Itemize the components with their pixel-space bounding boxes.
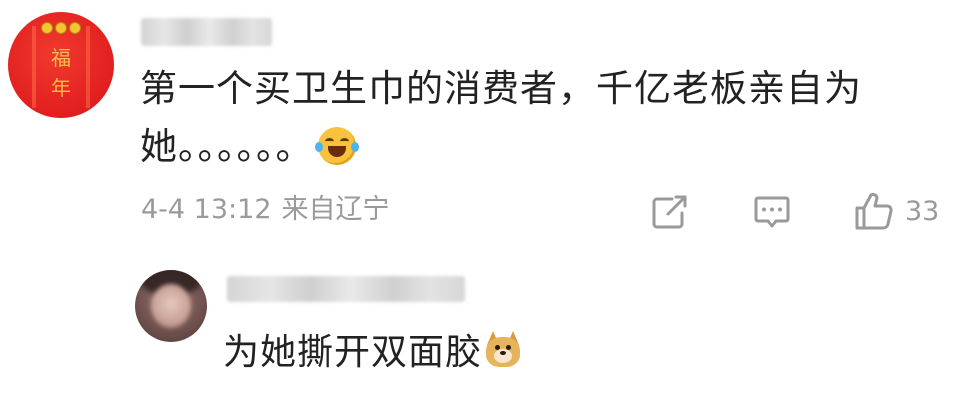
avatar-char-bottom: 年 [51, 76, 71, 100]
like-count: 33 [905, 196, 940, 227]
thumbs-up-icon[interactable] [853, 190, 895, 232]
avatar-coin [55, 22, 67, 34]
reply-text: 为她撕开双面胶 [223, 328, 522, 378]
doge-emoji-icon [484, 331, 522, 369]
avatar-coin [41, 22, 53, 34]
avatar-char-top: 福 [51, 46, 71, 70]
reply-username-blurred[interactable] [227, 276, 465, 302]
comment-text: 第一个买卫生巾的消费者，千亿老板亲自为她。。。。。。 [140, 60, 940, 176]
laugh-cry-emoji-icon [314, 127, 359, 165]
avatar-coin [69, 22, 81, 34]
commenter-username-blurred[interactable] [141, 18, 272, 46]
share-icon[interactable] [650, 193, 690, 231]
comment-meta: 4-4 13:12 来自辽宁 [141, 194, 390, 226]
comment-body: 第一个买卫生巾的消费者，千亿老板亲自为她。。。。。。 [140, 67, 862, 168]
comment-date: 4-4 13:12 [141, 194, 272, 225]
comment-icon[interactable] [752, 193, 792, 231]
commenter-avatar[interactable]: 福 年 [8, 12, 114, 118]
reply-user-avatar[interactable] [135, 270, 207, 342]
comment-location: 来自辽宁 [281, 194, 390, 225]
reply-body: 为她撕开双面胶 [223, 332, 483, 373]
